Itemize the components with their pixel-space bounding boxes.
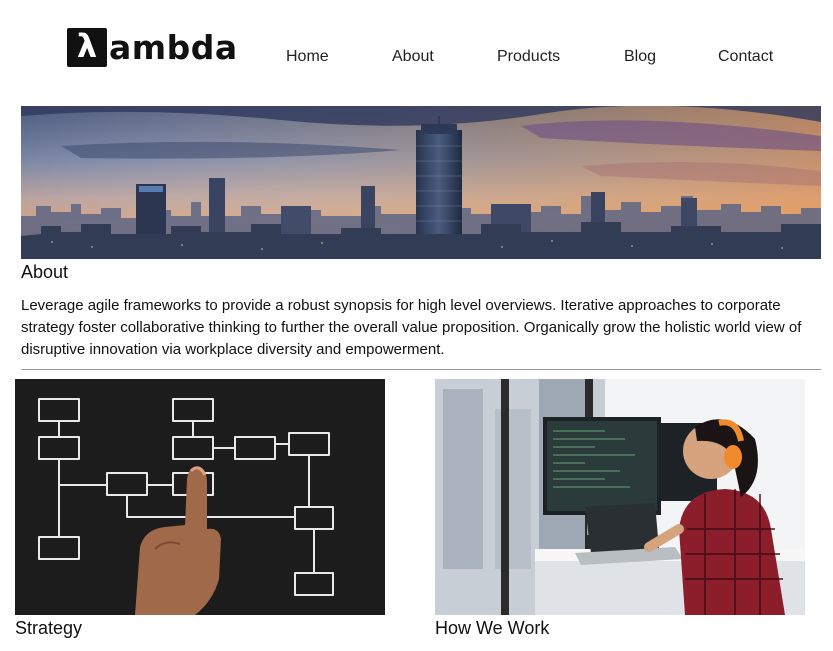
nav-blog[interactable]: Blog: [624, 48, 656, 66]
about-heading: About: [21, 262, 69, 282]
hero-city-skyline-image: [21, 106, 821, 259]
section-divider: [21, 369, 821, 370]
nav-products[interactable]: Products: [497, 48, 560, 66]
how-we-work-image: [435, 379, 805, 615]
strategy-caption[interactable]: Strategy: [15, 618, 82, 639]
about-paragraph: Leverage agile frameworks to provide a r…: [21, 297, 802, 358]
nav-about[interactable]: About: [392, 48, 434, 66]
nav-contact[interactable]: Contact: [718, 48, 773, 66]
nav-home[interactable]: Home: [286, 48, 329, 66]
strategy-flowchart-image: [15, 379, 385, 615]
main-nav: Home About Products Blog Contact: [0, 48, 833, 68]
how-we-work-caption[interactable]: How We Work: [435, 618, 549, 639]
